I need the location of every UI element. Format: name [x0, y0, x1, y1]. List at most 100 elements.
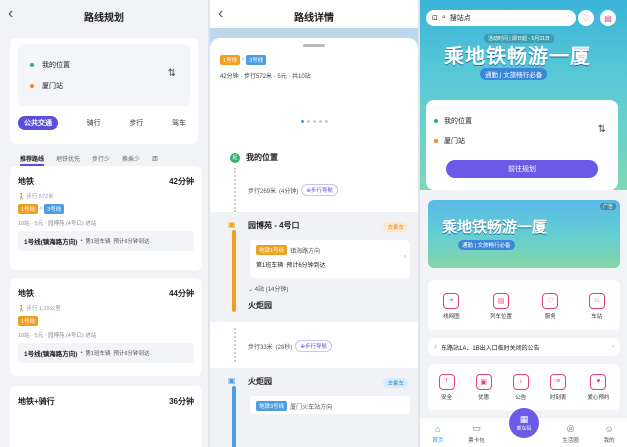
search-bar[interactable]: ⊡ ⌕ 搜站点 [426, 10, 576, 26]
pref-metro-first[interactable]: 地铁优先 [56, 154, 80, 166]
train-icon: ▤ [493, 292, 510, 309]
swap-icon[interactable]: ⇅ [598, 124, 606, 135]
page-indicator [210, 120, 418, 123]
route-planning-screen: ‹ 路线规划 我的位置 厦门站 ⇅ 公共交通 骑行 步行 驾车 推荐路线 地铁优… [0, 0, 208, 447]
message-icon[interactable]: ▤ [600, 10, 616, 26]
route-duration: 42分钟 [169, 177, 194, 186]
pref-recommended[interactable]: 推荐路线 [20, 154, 45, 166]
back-icon[interactable]: ‹ [218, 5, 223, 23]
wallet-icon: ▭ [472, 423, 481, 433]
love-icon: ♥ [590, 373, 607, 390]
train-info: 1号线(镇海路方向) • 第1班车辆 预计6分钟到达 [18, 343, 194, 363]
ride-code-button[interactable]: ▦ 乘车码 [509, 408, 539, 438]
train-eta: 预计6分钟到达 [113, 351, 150, 357]
search-icon: ⌕ [441, 14, 446, 21]
page-title: 路线规划 [84, 12, 124, 24]
service-discount[interactable]: ▣ 优惠 [475, 373, 492, 401]
train-number: 第1班车辆 [256, 263, 284, 269]
announcement-bar[interactable]: ♪ 东路站1A、1B出入口临时关闭的公告 › [428, 338, 620, 356]
pref-distance[interactable]: 距 [152, 154, 158, 166]
station-name: 园博苑 - 4号口 [248, 221, 300, 230]
route-plan-card: 我的位置 厦门站 ⇅ 前往规划 [426, 100, 618, 190]
walk-step: 步行269米 (4分钟) ⊕步行导航 [248, 184, 338, 196]
walk-step: 步行33米 (28秒) ⊕步行导航 [248, 340, 332, 352]
drag-handle[interactable] [303, 44, 325, 47]
tab-walking[interactable]: 步行 [129, 118, 143, 128]
pref-less-walking[interactable]: 步行少 [92, 154, 110, 166]
route-mode: 地铁 [18, 289, 34, 298]
walk-nav-button[interactable]: ⊕步行导航 [295, 340, 332, 352]
service-care-booking[interactable]: ♥ 爱心预约 [587, 373, 609, 401]
train-direction-box[interactable]: 地铁1号线 镇海路方向 第1班车辆 预计6分钟到达 › [250, 240, 410, 278]
origin-row[interactable]: 我的位置 [434, 116, 610, 126]
tab-cycling[interactable]: 骑行 [87, 118, 101, 128]
tab-home[interactable]: ⌂ 首页 [432, 424, 443, 444]
service-train-position[interactable]: ▤ 列车位置 [490, 292, 512, 320]
pref-less-transfer[interactable]: 换乘少 [122, 154, 140, 166]
swap-icon[interactable]: ⇅ [168, 68, 176, 79]
warning-icon: ! [438, 373, 455, 390]
origin-dot-icon [30, 62, 34, 67]
tab-transit[interactable]: 公共交通 [18, 116, 58, 130]
timetable-icon: ≡ [550, 373, 567, 390]
origin-text: 我的位置 [42, 61, 70, 69]
board-button[interactable]: 去乘车 [383, 378, 408, 388]
line-badge: 地铁3号线 [256, 401, 288, 411]
station-block: ▣ 火炬园 去乘车 地铁3号线 厦门火车站方向 [210, 368, 418, 447]
route-card[interactable]: 地铁+骑行 36分钟 [10, 386, 202, 447]
train-line: 1号线(镇海路方向) [24, 351, 78, 358]
destination-row[interactable]: 厦门站 [434, 136, 610, 146]
train-direction-box[interactable]: 地铁3号线 厦门火车站方向 [250, 396, 410, 414]
route-card[interactable]: 地铁 44分钟 🚶 步行 1.29公里 1号线 10站 · 5元 · 园博苑 (… [10, 278, 202, 376]
train-number: 第1班车辆 [85, 351, 111, 357]
destination-text: 厦门站 [42, 82, 63, 90]
station-block: ▣ 园博苑 - 4号口 去乘车 地铁1号线 镇海路方向 第1班车辆 预计6分钟到… [210, 212, 418, 322]
plan-route-button[interactable]: 前往规划 [446, 160, 598, 178]
metro-icon: ▣ [228, 376, 236, 385]
route-duration: 36分钟 [169, 397, 194, 406]
banner-slogan: 乘地铁畅游一厦 [444, 46, 591, 68]
tab-profile[interactable]: ☺ 我的 [604, 424, 615, 444]
walk-distance: 🚶 步行 572米 [18, 194, 54, 200]
bell-icon: ♪ [512, 373, 529, 390]
station-name: 火炬园 [248, 377, 272, 386]
walk-nav-button[interactable]: ⊕步行导航 [301, 184, 338, 196]
quick-services: ⌖ 线网图 ▤ 列车位置 ♡ 服务 ⌂ 车站 [428, 280, 620, 330]
route-preference-tabs: 推荐路线 地铁优先 步行少 换乘少 距 [20, 154, 208, 166]
tab-card-wallet[interactable]: ▭ 票卡包 [468, 423, 485, 444]
board-button[interactable]: 去乘车 [383, 222, 408, 232]
route-summary: 42分钟 · 步行572米 · 5元 · 共10站 [220, 74, 311, 80]
destination-row[interactable]: 厦门站 [30, 75, 178, 96]
tab-driving[interactable]: 驾车 [172, 118, 186, 128]
service-support[interactable]: ♡ 服务 [542, 292, 559, 320]
service-notice[interactable]: ♪ 公告 [512, 373, 529, 401]
route-card[interactable]: 地铁 42分钟 🚶 步行 572米 1号线 › 3号线 10站 · 5元 · 园… [10, 166, 202, 270]
scan-icon[interactable]: ⊡ [432, 14, 438, 22]
line-badge: 1号线 [18, 316, 39, 326]
travel-mode-tabs: 公共交通 骑行 步行 驾车 [18, 116, 190, 130]
route-meta: 10站 · 5元 · 园博苑 (4号口) 进站 [18, 333, 97, 339]
start-icon: 起 [230, 152, 240, 163]
heart-icon[interactable]: ♡ [578, 10, 594, 26]
start-label: 我的位置 [246, 153, 278, 162]
service-safety[interactable]: ! 安全 [438, 373, 455, 401]
compass-icon: ◎ [566, 423, 575, 433]
service-network-map[interactable]: ⌖ 线网图 [443, 292, 460, 320]
service-timetable[interactable]: ≡ 时刻表 [550, 373, 567, 401]
ad-banner[interactable]: 广告 乘地铁畅游一厦 通勤 | 文旅畅行必备 [428, 200, 620, 268]
search-input[interactable]: 搜站点 [450, 13, 471, 23]
line-badge: 地铁1号线 [256, 245, 288, 255]
header: ‹ 路线规划 [0, 0, 208, 32]
service-station[interactable]: ⌂ 车站 [588, 292, 605, 320]
train-line: 1号线(镇海路方向) [24, 239, 78, 246]
stops-toggle[interactable]: ⌄ 4站 (14分钟) [248, 284, 288, 293]
origin-row[interactable]: 我的位置 [30, 54, 178, 75]
qr-icon: ▦ [519, 414, 529, 424]
map-icon: ⌖ [443, 292, 460, 309]
more-services: ! 安全 ▣ 优惠 ♪ 公告 ≡ 时刻表 ♥ 爱心预约 [428, 364, 620, 410]
tab-life[interactable]: ◎ 生活圈 [562, 423, 579, 444]
origin-destination-card: 我的位置 厦门站 ⇅ 公共交通 骑行 步行 驾车 [10, 38, 198, 144]
line-badge: 1号线 [18, 204, 39, 214]
page-title: 路线详情 [294, 12, 334, 24]
back-icon[interactable]: ‹ [8, 5, 13, 23]
